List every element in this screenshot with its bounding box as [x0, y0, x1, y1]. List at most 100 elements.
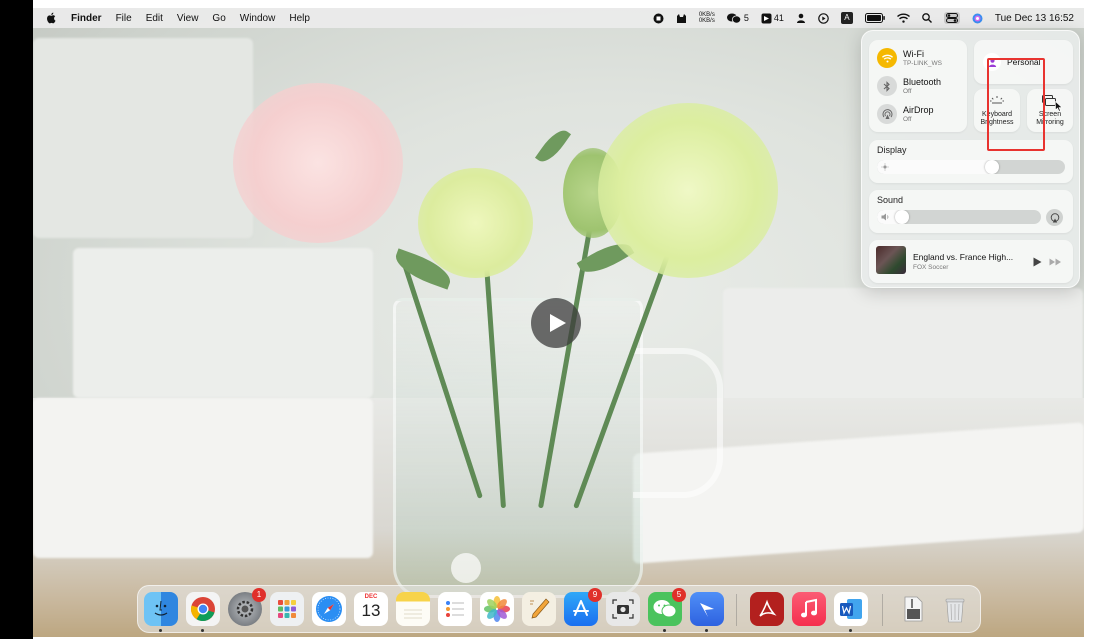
finder-icon: [154, 600, 168, 616]
display-slider-fill: [877, 160, 999, 174]
wechat-icon: [726, 13, 741, 23]
siri-icon[interactable]: [972, 13, 983, 24]
menu-view[interactable]: View: [177, 13, 199, 24]
dock: 1 DEC 13 9 5: [137, 585, 981, 633]
dock-app-reminders[interactable]: [438, 592, 472, 626]
volume-slider[interactable]: [877, 210, 1041, 224]
bluetooth-icon: [877, 76, 897, 96]
dock-app-word[interactable]: [834, 592, 868, 626]
cat-icon[interactable]: [676, 13, 687, 24]
music-note-icon: [801, 598, 817, 618]
dock-app-photos[interactable]: [480, 592, 514, 626]
wifi-icon[interactable]: [896, 13, 910, 23]
notify-count: 41: [773, 13, 784, 23]
control-center-icon[interactable]: [943, 12, 960, 24]
dock-app-acrobat[interactable]: [750, 592, 784, 626]
dock-app-notes[interactable]: [396, 592, 430, 626]
menu-bar: Finder File Edit View Go Window Help 0KB…: [33, 8, 1084, 28]
network-tile: Wi-Fi TP-LINK_WS Bluetooth Off AirDrop O…: [869, 40, 967, 132]
dock-app-screenshot[interactable]: [606, 592, 640, 626]
menu-app-name[interactable]: Finder: [71, 13, 102, 24]
menu-file[interactable]: File: [116, 13, 132, 24]
camera-icon: [612, 599, 634, 619]
menu-edit[interactable]: Edit: [146, 13, 163, 24]
wifi-toggle[interactable]: Wi-Fi TP-LINK_WS: [877, 48, 942, 68]
wechat-count: 5: [743, 13, 749, 23]
screen-frame: Finder File Edit View Go Window Help 0KB…: [0, 0, 1100, 639]
bluetooth-toggle[interactable]: Bluetooth Off: [877, 76, 941, 96]
now-playing-artwork: [876, 246, 906, 274]
app-badge-icon: [761, 13, 772, 23]
play-icon[interactable]: [1033, 257, 1042, 267]
wifi-tile-icon: [877, 48, 897, 68]
gear-icon: [236, 600, 254, 618]
dock-app-music[interactable]: [792, 592, 826, 626]
dock-app-system-settings[interactable]: 1: [228, 588, 266, 626]
airdrop-title: AirDrop: [903, 105, 934, 115]
chrome-icon: [191, 597, 215, 622]
photos-flower-icon: [484, 596, 510, 622]
desktop: Finder File Edit View Go Window Help 0KB…: [33, 8, 1084, 637]
dock-dot-feishu: [705, 629, 708, 632]
fast-forward-icon[interactable]: [1049, 258, 1062, 266]
search-icon[interactable]: [922, 13, 932, 23]
apple-logo-icon[interactable]: [45, 12, 57, 24]
dock-dot-finder: [159, 629, 162, 632]
app-store-badge: 9: [588, 588, 602, 602]
frame-border-left: [0, 0, 33, 639]
display-brightness-slider[interactable]: [877, 160, 1065, 174]
now-playing-title: England vs. France High...: [913, 252, 1014, 262]
speaker-icon: [881, 213, 889, 221]
dock-app-finder[interactable]: [144, 592, 178, 626]
user-icon[interactable]: [796, 13, 806, 23]
network-speed[interactable]: 0KB/s 0KB/s: [699, 12, 715, 24]
control-center-panel: Wi-Fi TP-LINK_WS Bluetooth Off AirDrop O…: [861, 30, 1080, 288]
dock-app-wechat[interactable]: 5: [648, 588, 686, 626]
settings-badge: 1: [252, 588, 266, 602]
dock-app-pages[interactable]: [522, 592, 556, 626]
volume-slider-knob[interactable]: [895, 210, 909, 224]
menu-help[interactable]: Help: [289, 13, 310, 24]
now-playing-source: FOX Soccer: [913, 264, 949, 271]
input-source-icon[interactable]: A: [840, 12, 853, 24]
video-play-button[interactable]: [531, 298, 581, 348]
airplay-audio-icon: [1050, 212, 1059, 222]
airdrop-status: Off: [903, 116, 912, 123]
wechat-status[interactable]: 5: [726, 13, 749, 24]
now-playing-icon[interactable]: [818, 12, 829, 24]
play-icon: [550, 314, 566, 332]
menu-go[interactable]: Go: [212, 13, 225, 24]
menubar-clock[interactable]: Tue Dec 13 16:52: [995, 13, 1074, 24]
dock-app-chrome[interactable]: [186, 592, 220, 626]
dock-app-trash[interactable]: [938, 592, 972, 626]
wifi-title: Wi-Fi: [903, 49, 924, 59]
dock-app-safari[interactable]: [312, 592, 346, 626]
dock-app-launchpad[interactable]: [270, 592, 304, 626]
archive-icon: [904, 596, 923, 622]
record-icon[interactable]: [653, 13, 664, 24]
compass-icon: [316, 596, 342, 622]
menu-window[interactable]: Window: [240, 13, 276, 24]
dock-app-archive-utility[interactable]: [896, 592, 930, 626]
display-slider-knob[interactable]: [985, 160, 999, 174]
calendar-month: DEC: [364, 594, 378, 600]
sound-tile: Sound: [869, 190, 1073, 233]
display-title: Display: [877, 145, 907, 155]
airdrop-toggle[interactable]: AirDrop Off: [877, 104, 934, 124]
wechat-badge: 5: [672, 588, 686, 602]
word-icon: [840, 599, 862, 619]
dock-app-feishu[interactable]: [690, 592, 724, 626]
airdrop-icon: [877, 104, 897, 124]
calendar-day: 13: [361, 601, 381, 620]
notes-icon: [404, 609, 422, 619]
dock-app-app-store[interactable]: 9: [564, 588, 602, 626]
bird-icon: [700, 603, 714, 617]
dock-separator-2: [882, 594, 883, 626]
input-source-label: A: [840, 12, 853, 24]
airplay-audio-button[interactable]: [1046, 209, 1063, 226]
dock-app-calendar[interactable]: DEC 13: [354, 592, 388, 626]
notify-status[interactable]: 41: [761, 13, 784, 24]
battery-icon[interactable]: [864, 13, 885, 23]
acrobat-icon: [759, 599, 777, 617]
dock-dot-word: [849, 629, 852, 632]
